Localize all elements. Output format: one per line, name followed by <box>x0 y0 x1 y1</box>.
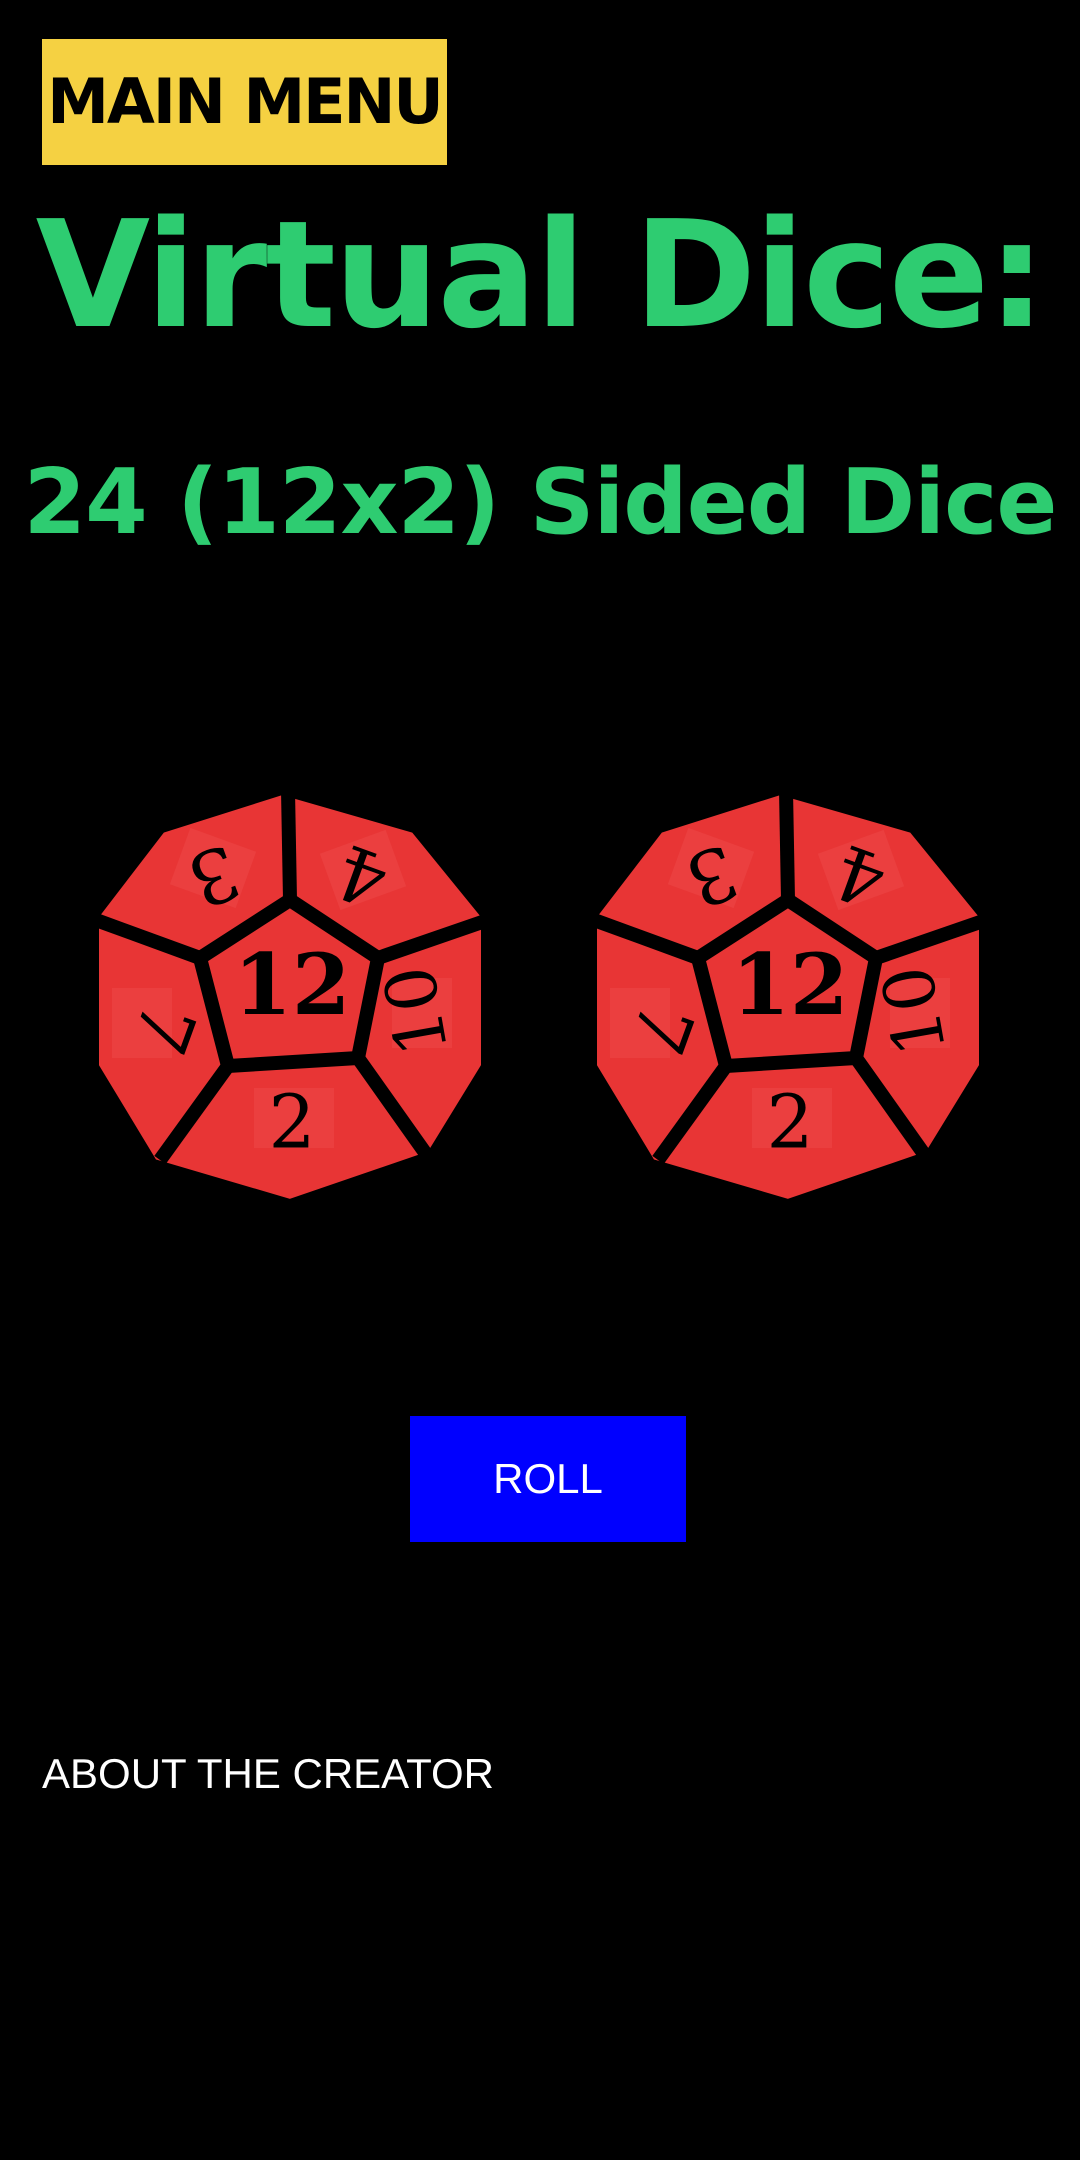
die-face-right: 10 <box>866 960 962 1062</box>
die-right: 3 4 10 2 7 12 <box>591 788 989 1206</box>
main-menu-button[interactable]: MAIN MENU <box>42 39 447 165</box>
about-the-creator-link[interactable]: ABOUT THE CREATOR <box>42 1746 494 1802</box>
die-face-right: 10 <box>368 960 464 1062</box>
die-center-value: 12 <box>732 935 849 1034</box>
die-face-bottom: 2 <box>766 1079 813 1165</box>
die-left: 3 4 10 2 7 12 <box>93 788 491 1206</box>
page-title: Virtual Dice: <box>35 189 1047 361</box>
die-center-value: 12 <box>234 935 351 1034</box>
die-face-bottom: 2 <box>268 1079 315 1165</box>
roll-button[interactable]: ROLL <box>410 1416 686 1542</box>
page-subtitle: 24 (12x2) Sided Dice <box>23 450 1058 555</box>
